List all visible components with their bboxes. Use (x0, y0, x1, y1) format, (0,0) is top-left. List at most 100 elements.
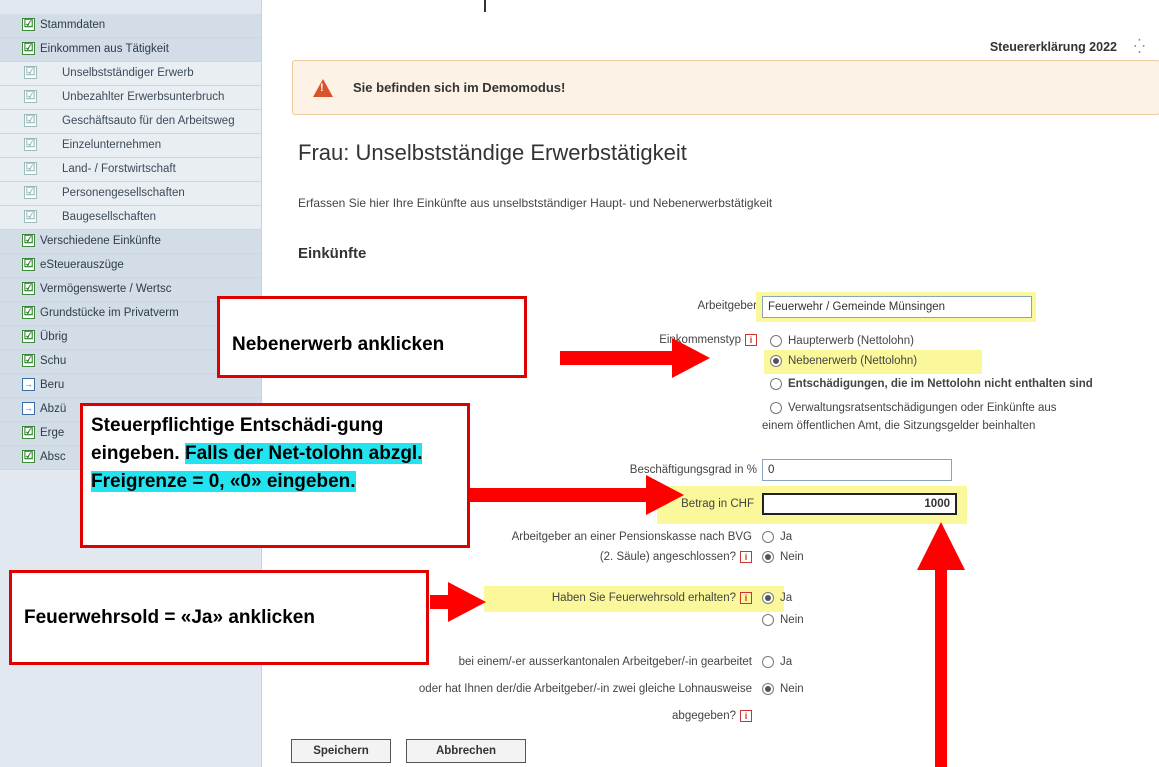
checkbox-icon: ☑ (24, 186, 37, 199)
radio-button[interactable] (770, 402, 782, 414)
checkbox-icon: ☑ (24, 90, 37, 103)
radio-button[interactable] (762, 531, 774, 543)
loading-spinner-icon: ⁛ (1133, 38, 1145, 54)
intercantonal-label-2: oder hat Ihnen der/die Arbeitgeber/-in z… (418, 683, 752, 695)
checkbox-icon: ☑ (24, 210, 37, 223)
sidebar-item[interactable]: ☑ Baugesellschaften (0, 206, 261, 230)
sidebar-item-label: Einkommen aus Tätigkeit (40, 43, 169, 55)
info-icon[interactable]: i (740, 551, 752, 563)
intercantonal-no[interactable]: Nein (762, 683, 804, 695)
arrow-line (470, 488, 656, 502)
radio-button[interactable] (770, 335, 782, 347)
fire-pay-yes[interactable]: Ja (762, 592, 792, 604)
sidebar-item[interactable]: ☑ eSteuerauszüge (0, 254, 261, 278)
radio-nebenerwerb[interactable]: Nebenerwerb (Nettolohn) (770, 355, 917, 367)
page-intro: Erfassen Sie hier Ihre Einkünfte aus uns… (298, 196, 773, 210)
checkbox-icon: ☑ (24, 138, 37, 151)
sidebar-item[interactable]: ☑ Einkommen aus Tätigkeit (0, 38, 261, 62)
radio-verwaltungsrat-cont: einem öffentlichen Amt, die Sitzungsgeld… (762, 420, 1036, 432)
intercantonal-label-3: abgegeben? i (502, 710, 752, 722)
sidebar-item[interactable]: ☑ Personengesellschaften (0, 182, 261, 206)
checkbox-icon: ☑ (22, 42, 35, 55)
radio-button[interactable] (770, 378, 782, 390)
checkbox-icon: ☑ (22, 426, 35, 439)
radio-button-selected[interactable] (762, 592, 774, 604)
arrow-line-vertical (935, 570, 947, 767)
checkbox-icon: ☑ (22, 306, 35, 319)
page-title: Frau: Unselbstständige Erwerbstätigkeit (298, 140, 687, 165)
cancel-button[interactable]: Abbrechen (406, 739, 526, 763)
amount-input[interactable] (762, 493, 957, 515)
sidebar-item-label: Land- / Forstwirtschaft (62, 163, 176, 175)
employer-input[interactable] (762, 296, 1032, 318)
radio-entschaedigungen[interactable]: Entschädigungen, die im Nettolohn nicht … (770, 378, 1093, 390)
employment-input[interactable] (762, 459, 952, 481)
sidebar-item-label: Geschäftsauto für den Arbeitsweg (62, 115, 235, 127)
checkbox-icon: ☑ (22, 282, 35, 295)
sidebar-item-label: Baugesellschaften (62, 211, 156, 223)
demo-mode-message: Sie befinden sich im Demomodus! (353, 80, 566, 95)
sidebar-item[interactable]: ☑ Land- / Forstwirtschaft (0, 158, 261, 182)
callout-fire-pay: Feuerwehrsold = «Ja» anklicken (9, 570, 429, 665)
pension-no[interactable]: Nein (762, 551, 804, 563)
radio-button-selected[interactable] (770, 355, 782, 367)
sidebar-item-label: Einzelunternehmen (62, 139, 162, 151)
sidebar-item-label: Unselbstständiger Erwerb (62, 67, 194, 79)
sidebar-item[interactable]: ☑ Unselbstständiger Erwerb (0, 62, 261, 86)
radio-button-selected[interactable] (762, 683, 774, 695)
info-icon[interactable]: i (745, 334, 757, 346)
sidebar-list: ☑ Stammdaten ☑ Einkommen aus Tätigkeit ☑ Unse… (0, 0, 261, 470)
sidebar-item[interactable]: ☑ Einzelunternehmen (0, 134, 261, 158)
sidebar-item-label: Schu (40, 355, 67, 367)
checkbox-icon: ☑ (22, 330, 35, 343)
radio-verwaltungsrat[interactable]: Verwaltungsratsentschädigungen oder Eink… (770, 402, 1057, 414)
tax-year-title: Steuererklärung 2022 (989, 40, 1117, 54)
checkbox-icon: ☑ (24, 114, 37, 127)
radio-button[interactable] (762, 656, 774, 668)
info-icon[interactable]: i (740, 710, 752, 722)
pension-label: Arbeitgeber an einer Pensionskasse nach … (511, 531, 752, 543)
sidebar-item-label: Verschiedene Einkünfte (40, 235, 161, 247)
radio-button[interactable] (762, 614, 774, 626)
arrow-head (672, 338, 710, 378)
intercantonal-yes[interactable]: Ja (762, 656, 792, 668)
checkbox-icon: ☑ (24, 162, 37, 175)
checkbox-icon: ☑ (22, 354, 35, 367)
checkbox-icon: ☑ (22, 18, 35, 31)
save-button[interactable]: Speichern (291, 739, 391, 763)
pension-yes[interactable]: Ja (762, 531, 792, 543)
sidebar-item-label: Grundstücke im Privatverm (40, 307, 179, 319)
arrow-head (646, 475, 684, 515)
employer-label: Arbeitgeber (697, 300, 757, 312)
arrow-head (448, 582, 486, 622)
checkbox-icon: ☑ (22, 450, 35, 463)
sidebar-item-label: Beru (40, 379, 65, 391)
sidebar-item-label: Erge (40, 427, 65, 439)
sidebar-item-label: Übrig (40, 331, 68, 343)
sidebar-item[interactable]: ☑ Unbezahlter Erwerbsunterbruch (0, 86, 261, 110)
sidebar-item[interactable]: ☑ Stammdaten (0, 14, 261, 38)
arrow-box-icon: → (22, 378, 35, 391)
sidebar-item-label: eSteuerauszüge (40, 259, 124, 271)
section-heading: Einkünfte (298, 245, 367, 262)
arrow-box-icon: → (22, 402, 35, 415)
sidebar-item-label: Stammdaten (40, 19, 106, 31)
pension-label-2: (2. Säule) angeschlossen? i (462, 551, 752, 563)
sidebar-item[interactable]: ☑ Verschiedene Einkünfte (0, 230, 261, 254)
fire-pay-label: Haben Sie Feuerwehrsold erhalten? i (462, 592, 752, 604)
sidebar-item-label: Vermögenswerte / Wertsc (40, 283, 172, 295)
sidebar-item-label: Personengesellschaften (62, 187, 185, 199)
callout-nebenerwerb: Nebenerwerb anklicken (217, 296, 527, 378)
checkbox-icon: ☑ (24, 66, 37, 79)
fire-pay-no[interactable]: Nein (762, 614, 804, 626)
radio-haupterwerb[interactable]: Haupterwerb (Nettolohn) (770, 335, 914, 347)
callout-amount: Steuerpflichtige Entschädi-gung eingeben… (80, 403, 470, 548)
checkbox-icon: ☑ (22, 234, 35, 247)
warning-icon: ! (313, 78, 333, 97)
info-icon[interactable]: i (740, 592, 752, 604)
radio-button-selected[interactable] (762, 551, 774, 563)
sidebar-item-label: Unbezahlter Erwerbsunterbruch (62, 91, 225, 103)
arrow-head-up (917, 522, 965, 570)
sidebar-item[interactable]: ☑ Geschäftsauto für den Arbeitsweg (0, 110, 261, 134)
arrow-line (560, 351, 682, 365)
